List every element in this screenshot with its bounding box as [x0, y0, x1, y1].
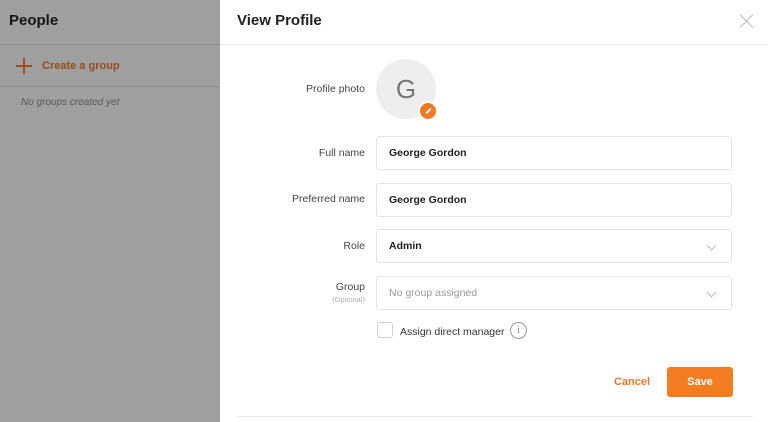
group-value: No group assigned: [389, 287, 478, 299]
preferred-name-value: George Gordon: [389, 194, 467, 206]
close-icon[interactable]: [740, 14, 754, 28]
group-label: Group (Optional): [332, 281, 365, 304]
avatar-initial: G: [395, 73, 417, 104]
preferred-name-label: Preferred name: [292, 193, 365, 205]
cancel-button[interactable]: Cancel: [604, 367, 660, 397]
group-optional-text: (Optional): [332, 295, 365, 304]
chevron-down-icon: [706, 287, 717, 298]
full-name-label: Full name: [318, 147, 365, 159]
full-name-value: George Gordon: [389, 147, 467, 159]
info-icon[interactable]: i: [510, 322, 527, 339]
preferred-name-input[interactable]: George Gordon: [376, 183, 732, 217]
modal-backdrop[interactable]: [0, 0, 220, 422]
panel-title: View Profile: [237, 12, 322, 29]
save-button[interactable]: Save: [667, 367, 733, 397]
pencil-icon: [424, 107, 432, 115]
chevron-down-icon: [706, 240, 717, 251]
profile-photo-label: Profile photo: [306, 83, 365, 95]
group-select[interactable]: No group assigned: [376, 276, 732, 310]
role-value: Admin: [389, 240, 422, 252]
role-label: Role: [343, 240, 365, 252]
view-profile-panel: View Profile Profile photo G Full name G…: [220, 0, 768, 422]
assign-manager-label[interactable]: Assign direct manager: [400, 326, 504, 338]
divider: [220, 44, 768, 45]
edit-photo-button[interactable]: [418, 101, 438, 121]
full-name-input[interactable]: George Gordon: [376, 136, 732, 170]
group-label-text: Group: [335, 281, 365, 293]
divider: [237, 416, 753, 417]
assign-manager-checkbox[interactable]: [377, 322, 393, 338]
role-select[interactable]: Admin: [376, 229, 732, 263]
info-glyph: i: [517, 325, 520, 336]
